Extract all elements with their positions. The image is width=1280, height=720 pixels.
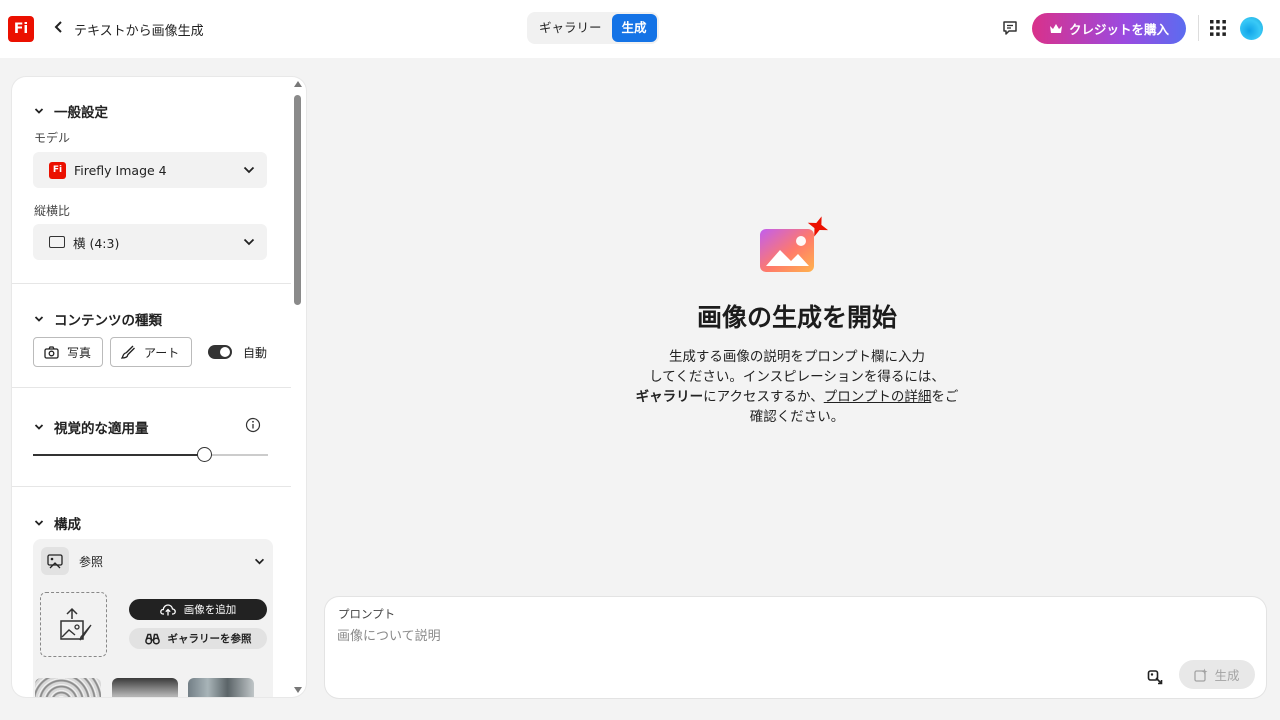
auto-label: 自動 xyxy=(243,346,268,360)
reference-section: 参照 画像を追加 ギャラリーを参照 xyxy=(33,539,273,697)
section-divider xyxy=(12,486,291,487)
photo-label: 写真 xyxy=(67,345,92,360)
info-icon[interactable] xyxy=(245,417,261,433)
user-avatar[interactable] xyxy=(1240,17,1263,40)
prompt-panel: プロンプト 生成 xyxy=(325,597,1266,698)
reference-label: 参照 xyxy=(79,554,104,569)
generate-icon xyxy=(1194,668,1208,682)
model-value: Firefly Image 4 xyxy=(74,162,167,178)
reference-upload-dropzone[interactable] xyxy=(40,592,107,657)
visual-intensity-header[interactable]: 視覚的な適用量 xyxy=(34,417,149,437)
chevron-down-icon xyxy=(243,238,255,246)
composition-header[interactable]: 構成 xyxy=(34,513,81,533)
art-label: アート xyxy=(144,345,180,360)
section-divider xyxy=(12,283,291,284)
gallery-link[interactable]: ギャラリー xyxy=(636,389,704,405)
aspect-ratio-value: 横 (4:3) xyxy=(73,235,120,251)
chevron-down-icon xyxy=(34,520,44,526)
scroll-up-arrow[interactable] xyxy=(294,81,302,87)
firefly-model-icon: Fi xyxy=(49,161,66,179)
prompt-details-link[interactable]: プロンプトの詳細 xyxy=(824,389,932,405)
reference-header[interactable]: 参照 xyxy=(41,547,265,575)
slider-fill xyxy=(33,454,205,456)
gallery-thumbnail[interactable] xyxy=(188,678,254,697)
panel-scrollbar[interactable] xyxy=(292,81,304,693)
browse-gallery-label: ギャラリーを参照 xyxy=(167,633,252,645)
tab-gallery[interactable]: ギャラリー xyxy=(529,14,612,42)
chevron-down-icon xyxy=(243,166,255,174)
content-type-header[interactable]: コンテンツの種類 xyxy=(34,309,162,329)
browse-gallery-button[interactable]: ギャラリーを参照 xyxy=(129,628,267,649)
binoculars-icon xyxy=(144,633,160,645)
tab-generate[interactable]: 生成 xyxy=(611,14,657,42)
prompt-input[interactable] xyxy=(337,624,1117,648)
image-upload-icon xyxy=(59,607,92,640)
scroll-down-arrow[interactable] xyxy=(294,687,302,693)
style-reference-icon[interactable] xyxy=(1147,669,1163,685)
brush-icon xyxy=(121,345,135,359)
generate-button[interactable]: 生成 xyxy=(1179,660,1255,689)
landscape-icon xyxy=(49,236,65,248)
description-line: 確認ください。 xyxy=(749,409,845,425)
description-line: 生成する画像の説明をプロンプト欄に入力 xyxy=(668,349,926,365)
description-line: してください。インスピレーションを得るには、 xyxy=(649,369,945,385)
divider xyxy=(1198,15,1199,41)
aspect-ratio-dropdown[interactable]: 横 (4:3) xyxy=(33,224,267,260)
chevron-down-icon xyxy=(34,108,44,114)
visual-intensity-title: 視覚的な適用量 xyxy=(54,421,149,437)
section-divider xyxy=(12,387,291,388)
buy-credits-button[interactable]: クレジットを購入 xyxy=(1032,13,1186,44)
visual-intensity-slider[interactable] xyxy=(33,454,268,456)
aspect-ratio-label: 縦横比 xyxy=(34,204,71,218)
back-icon[interactable] xyxy=(50,18,68,40)
add-image-button[interactable]: 画像を追加 xyxy=(129,599,267,620)
chevron-down-icon xyxy=(34,316,44,322)
auto-toggle[interactable] xyxy=(208,345,232,359)
model-dropdown[interactable]: Fi Firefly Image 4 xyxy=(33,152,267,188)
description-text: をご xyxy=(931,389,959,405)
chevron-down-icon xyxy=(34,424,44,430)
gallery-thumbnail[interactable] xyxy=(112,678,178,697)
top-bar: Fi テキストから画像生成 ギャラリー 生成 クレジットを購入 xyxy=(0,0,1280,58)
description-text: にアクセスするか、 xyxy=(703,389,824,405)
view-switcher: ギャラリー 生成 xyxy=(527,12,659,44)
chevron-down-icon xyxy=(254,558,265,564)
prompt-label: プロンプト xyxy=(338,607,396,621)
slider-thumb[interactable] xyxy=(197,447,213,462)
gallery-thumbnail[interactable] xyxy=(35,678,101,697)
description-line: ギャラリーにアクセスするか、プロンプトの詳細をご xyxy=(605,387,989,407)
content-type-title: コンテンツの種類 xyxy=(54,313,162,329)
image-sparkle-icon xyxy=(758,214,832,276)
settings-panel: 一般設定 モデル Fi Firefly Image 4 縦横比 横 (4:3) … xyxy=(12,77,306,697)
empty-state-title: 画像の生成を開始 xyxy=(696,303,897,332)
scroll-thumb[interactable] xyxy=(294,95,301,305)
firefly-logo[interactable]: Fi xyxy=(8,16,34,42)
apps-grid-icon[interactable] xyxy=(1209,19,1227,37)
reference-icon xyxy=(41,547,69,575)
buy-credits-label: クレジットを購入 xyxy=(1068,22,1169,37)
cloud-upload-icon xyxy=(159,604,176,616)
generate-label: 生成 xyxy=(1214,668,1240,683)
page-title: テキストから画像生成 xyxy=(74,24,204,39)
art-chip[interactable]: アート xyxy=(110,337,192,367)
feedback-icon[interactable] xyxy=(1000,18,1020,38)
model-label: モデル xyxy=(34,131,71,145)
general-settings-title: 一般設定 xyxy=(54,105,108,121)
composition-title: 構成 xyxy=(54,517,81,533)
camera-icon xyxy=(44,345,59,359)
photo-chip[interactable]: 写真 xyxy=(33,337,103,367)
general-settings-header[interactable]: 一般設定 xyxy=(34,101,108,121)
crown-icon xyxy=(1049,24,1062,33)
add-image-label: 画像を追加 xyxy=(183,604,237,616)
empty-state-description: 生成する画像の説明をプロンプト欄に入力 してください。インスピレーションを得るに… xyxy=(605,347,989,427)
